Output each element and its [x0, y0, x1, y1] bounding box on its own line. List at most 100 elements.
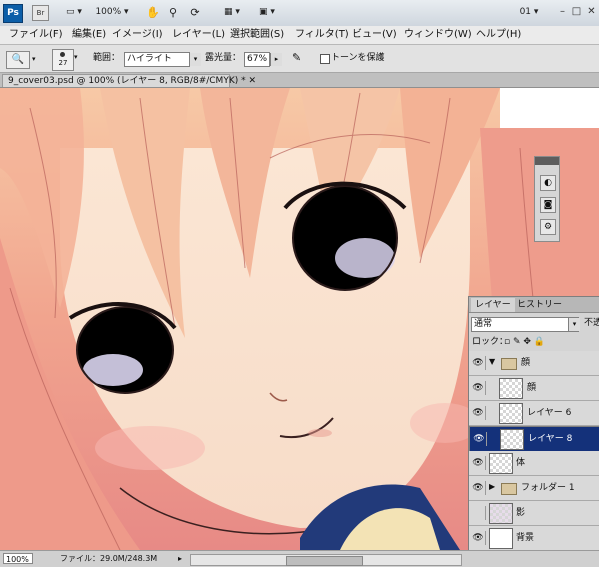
menu-file[interactable]: ファイル(F): [9, 28, 63, 42]
scrollbar-thumb[interactable]: [286, 556, 363, 566]
zoom-input[interactable]: 100%: [3, 553, 33, 564]
tab-layers[interactable]: レイヤー: [471, 298, 515, 312]
menu-edit[interactable]: 編集(E): [72, 28, 106, 42]
range-value: ハイライト: [127, 54, 172, 64]
folder-icon: [501, 358, 517, 370]
group-expanded-icon[interactable]: ▼: [489, 357, 495, 366]
range-label: 範囲：: [93, 53, 121, 63]
status-menu-icon[interactable]: ▸: [178, 554, 182, 563]
exposure-input[interactable]: 67%: [244, 52, 270, 67]
close-icon[interactable]: ✕: [585, 6, 598, 18]
menu-view[interactable]: ビュー(V): [352, 28, 397, 42]
menu-window[interactable]: ウィンドウ(W): [404, 28, 472, 42]
exposure-label: 露光量：: [205, 53, 242, 63]
group-collapsed-icon[interactable]: ▶: [489, 482, 495, 491]
eye-icon[interactable]: 👁: [472, 432, 487, 446]
brush-dropdown-icon[interactable]: ▾: [74, 53, 78, 61]
eye-icon[interactable]: 👁: [471, 481, 486, 495]
layers-panel: レイヤー ヒストリー 通常 ▾ 不透 ロック： ▫ ✎ ✥ 🔒 👁 ▼ 顔 👁 …: [468, 296, 599, 552]
mini-panel-header[interactable]: [535, 157, 559, 165]
opacity-label: 不透: [584, 318, 599, 328]
application-bar: Ps Br ▭ ▾ 100% ▾ ✋ ⚲ ⟳ ▦ ▾ ▣ ▾ 01 ▾ – □ …: [0, 0, 599, 27]
document-tab-bar: 9_cover03.psd @ 100% (レイヤー 8, RGB/8#/CMY…: [0, 73, 599, 88]
layer-thumbnail: [499, 378, 523, 399]
eye-icon[interactable]: 👁: [471, 406, 486, 420]
blend-mode-dropdown-icon[interactable]: ▾: [568, 318, 580, 331]
layer-thumbnail: [489, 503, 513, 524]
range-select[interactable]: ハイライト: [124, 52, 190, 67]
layer-name: 体: [516, 458, 526, 468]
styles-icon[interactable]: ⚙: [540, 219, 556, 235]
layer-thumbnail: [489, 528, 513, 549]
protect-tone-label: トーンを保護: [331, 53, 385, 63]
eye-icon[interactable]: 👁: [471, 356, 486, 370]
arrange-documents-button[interactable]: ▦ ▾: [220, 5, 244, 20]
layer-name: フォルダー 1: [521, 483, 575, 493]
layer-row-folder-1[interactable]: 👁 ▶ フォルダー 1: [469, 476, 599, 501]
layer-row-layer-6[interactable]: 👁 レイヤー 6: [469, 401, 599, 426]
lock-icons[interactable]: ▫ ✎ ✥ 🔒: [504, 336, 545, 349]
airbrush-icon[interactable]: ✎: [292, 51, 301, 64]
layer-name: 顔: [527, 383, 537, 393]
layer-name: レイヤー 8: [528, 434, 573, 444]
screen-mode-button[interactable]: ▭ ▾: [62, 5, 86, 20]
blend-mode-select[interactable]: 通常: [471, 317, 579, 332]
layer-row-body[interactable]: 👁 体: [469, 451, 599, 476]
layer-name: 影: [516, 508, 526, 518]
menu-help[interactable]: ヘルプ(H): [476, 28, 521, 42]
layer-name: 背景: [516, 533, 535, 543]
menu-select[interactable]: 選択範囲(S): [230, 28, 284, 42]
document-tab-title: 9_cover03.psd @ 100% (レイヤー 8, RGB/8#/CMY…: [8, 76, 246, 86]
options-bar: 🔍 ▾ 27 ▾ 範囲： ハイライト ▾ 露光量： 67% ▸ ✎ トーンを保護: [0, 45, 599, 73]
layer-row-background[interactable]: 👁 背景: [469, 526, 599, 552]
close-tab-icon[interactable]: ✕: [248, 76, 256, 86]
minimize-icon[interactable]: –: [556, 6, 569, 18]
document-tab[interactable]: 9_cover03.psd @ 100% (レイヤー 8, RGB/8#/CMY…: [2, 74, 256, 87]
bridge-button[interactable]: Br: [32, 5, 49, 21]
tool-preset-picker[interactable]: 🔍: [6, 51, 30, 69]
hand-tool-icon[interactable]: ✋: [146, 5, 160, 20]
exposure-slider-button[interactable]: ▸: [270, 53, 282, 66]
tab-history[interactable]: ヒストリー: [513, 298, 566, 312]
menu-image[interactable]: イメージ(I): [112, 28, 163, 42]
menu-layer[interactable]: レイヤー(L): [172, 28, 225, 42]
eye-icon[interactable]: 👁: [471, 531, 486, 545]
workspace-switcher[interactable]: 01 ▾: [516, 5, 542, 20]
zoom-level-value: 100%: [95, 7, 122, 17]
rotate-view-icon[interactable]: ⟳: [188, 5, 202, 20]
brush-size-value: 27: [58, 59, 68, 67]
zoom-level-menu[interactable]: 100% ▾: [94, 5, 130, 20]
adjustments-icon[interactable]: ◐: [540, 175, 556, 191]
zoom-tool-icon[interactable]: ⚲: [166, 5, 180, 20]
eye-hidden-icon[interactable]: [471, 506, 486, 520]
eye-icon[interactable]: 👁: [471, 381, 486, 395]
dodge-tool-icon: 🔍: [11, 54, 25, 65]
horizontal-scrollbar[interactable]: [190, 554, 462, 566]
eye-icon[interactable]: 👁: [471, 456, 486, 470]
mini-tool-panel: ◐ ◙ ⚙: [534, 156, 560, 242]
layer-thumbnail: [499, 403, 523, 424]
layer-row-shadow[interactable]: 影: [469, 501, 599, 526]
menu-filter[interactable]: フィルタ(T): [295, 28, 349, 42]
brush-picker[interactable]: 27: [52, 49, 74, 71]
lock-label: ロック：: [472, 337, 509, 347]
tool-preset-dropdown-icon[interactable]: ▾: [32, 51, 40, 67]
brush-tip-icon: [60, 52, 65, 57]
blend-mode-value: 通常: [474, 319, 493, 329]
layer-row-layer-8[interactable]: 👁 レイヤー 8: [469, 426, 599, 452]
file-info: ファイル：29.0M/248.3M: [60, 554, 158, 563]
range-dropdown-icon[interactable]: ▾: [189, 53, 201, 66]
layer-thumbnail: [489, 453, 513, 474]
workspace-value: 01: [519, 7, 532, 17]
layer-name: 顔: [521, 358, 531, 368]
protect-tone-checkbox[interactable]: [320, 54, 330, 64]
menu-bar: ファイル(F) 編集(E) イメージ(I) レイヤー(L) 選択範囲(S) フィ…: [0, 26, 599, 45]
layers-panel-tabs: レイヤー ヒストリー: [469, 297, 599, 313]
screen-view-button[interactable]: ▣ ▾: [255, 5, 279, 20]
maximize-icon[interactable]: □: [570, 6, 583, 18]
layer-row-face[interactable]: 👁 顔: [469, 376, 599, 401]
photoshop-logo: Ps: [3, 4, 23, 23]
mask-icon[interactable]: ◙: [540, 197, 556, 213]
status-bar: 100% ファイル：29.0M/248.3M ▸: [0, 550, 599, 567]
layer-row-face-group[interactable]: 👁 ▼ 顔: [469, 351, 599, 376]
